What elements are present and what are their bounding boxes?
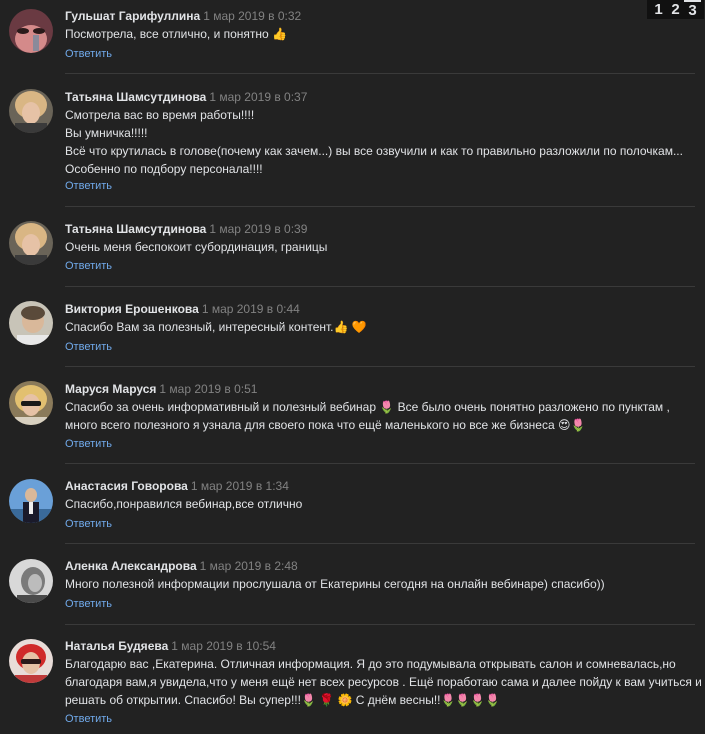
comment-date[interactable]: 1 мар 2019 в 0:51: [159, 382, 257, 396]
divider: [65, 463, 695, 464]
avatar[interactable]: [9, 89, 53, 133]
divider: [65, 286, 695, 287]
comment-date[interactable]: 1 мар 2019 в 0:39: [209, 222, 307, 236]
comment-line: Спасибо Вам за полезный, интересный конт…: [65, 320, 367, 334]
comment-text: Спасибо за очень информативный и полезны…: [65, 398, 695, 434]
comment-author[interactable]: Аленка Александрова: [65, 559, 197, 573]
reply-link[interactable]: Ответить: [65, 340, 112, 354]
comment-line: Всё что крутилась в голове(почему как за…: [65, 144, 683, 158]
comment-text: Очень меня беспокоит субординация, грани…: [65, 238, 695, 256]
reply-link[interactable]: Ответить: [65, 259, 112, 273]
reply-link[interactable]: Ответить: [65, 712, 112, 726]
comment-text: Смотрела вас во время работы!!!! Вы умни…: [65, 106, 695, 178]
comment-line: Особенно по подбору персонала!!!!: [65, 162, 263, 176]
comment-line: Смотрела вас во время работы!!!!: [65, 108, 255, 122]
comment-text: Посмотрела, все отлично, и понятно 👍: [65, 25, 695, 43]
divider: [65, 624, 695, 625]
comment-author[interactable]: Маруся Маруся: [65, 382, 156, 396]
reply-link[interactable]: Ответить: [65, 517, 112, 531]
avatar[interactable]: [9, 9, 53, 53]
reply-link[interactable]: Ответить: [65, 179, 112, 193]
comment-line: благодаря вам,я увидела,что у меня ещё н…: [65, 675, 702, 689]
comment-date[interactable]: 1 мар 2019 в 0:37: [209, 90, 307, 104]
comment-date[interactable]: 1 мар 2019 в 2:48: [200, 559, 298, 573]
comment-author[interactable]: Анастасия Говорова: [65, 479, 188, 493]
reply-link[interactable]: Ответить: [65, 47, 112, 61]
pagination: 1 2 3: [647, 0, 704, 19]
avatar[interactable]: [9, 559, 53, 603]
comment-line: Вы умничка!!!!!: [65, 126, 148, 140]
comment-line: Спасибо,понравился вебинар,все отлично: [65, 497, 303, 511]
avatar[interactable]: [9, 301, 53, 345]
comment-text: Много полезной информации прослушала от …: [65, 575, 695, 593]
comment-author[interactable]: Гульшат Гарифуллина: [65, 9, 200, 23]
divider: [65, 543, 695, 544]
comment-text: Спасибо Вам за полезный, интересный конт…: [65, 318, 695, 336]
page-link-2[interactable]: 2: [667, 0, 684, 19]
reply-link[interactable]: Ответить: [65, 437, 112, 451]
avatar[interactable]: [9, 381, 53, 425]
comment-date[interactable]: 1 мар 2019 в 0:32: [203, 9, 301, 23]
comment-date[interactable]: 1 мар 2019 в 10:54: [171, 639, 276, 653]
divider: [65, 366, 695, 367]
comment-text: Спасибо,понравился вебинар,все отлично: [65, 495, 695, 513]
comment-line: Благодарю вас ,Екатерина. Отличная инфор…: [65, 657, 676, 671]
comment-date[interactable]: 1 мар 2019 в 1:34: [191, 479, 289, 493]
divider: [65, 206, 695, 207]
comment-line: Спасибо за очень информативный и полезны…: [65, 400, 670, 414]
comment-author[interactable]: Татьяна Шамсутдинова: [65, 90, 206, 104]
page-link-3-current[interactable]: 3: [684, 0, 701, 19]
comment-author[interactable]: Виктория Ерошенкова: [65, 302, 199, 316]
comment-line: решать об открытии. Спасибо! Вы супер!!!…: [65, 693, 501, 707]
comment-line: много всего полезного я узнала для своег…: [65, 418, 586, 432]
page-link-1[interactable]: 1: [650, 0, 667, 19]
comment-author[interactable]: Наталья Будяева: [65, 639, 168, 653]
avatar[interactable]: [9, 221, 53, 265]
avatar[interactable]: [9, 479, 53, 523]
avatar[interactable]: [9, 639, 53, 683]
comment-date[interactable]: 1 мар 2019 в 0:44: [202, 302, 300, 316]
comment-line: Посмотрела, все отлично, и понятно 👍: [65, 27, 287, 41]
comment-line: Много полезной информации прослушала от …: [65, 577, 605, 591]
reply-link[interactable]: Ответить: [65, 597, 112, 611]
divider: [65, 73, 695, 74]
comment-text: Благодарю вас ,Екатерина. Отличная инфор…: [65, 655, 702, 709]
comment-author[interactable]: Татьяна Шамсутдинова: [65, 222, 206, 236]
comment-line: Очень меня беспокоит субординация, грани…: [65, 240, 328, 254]
